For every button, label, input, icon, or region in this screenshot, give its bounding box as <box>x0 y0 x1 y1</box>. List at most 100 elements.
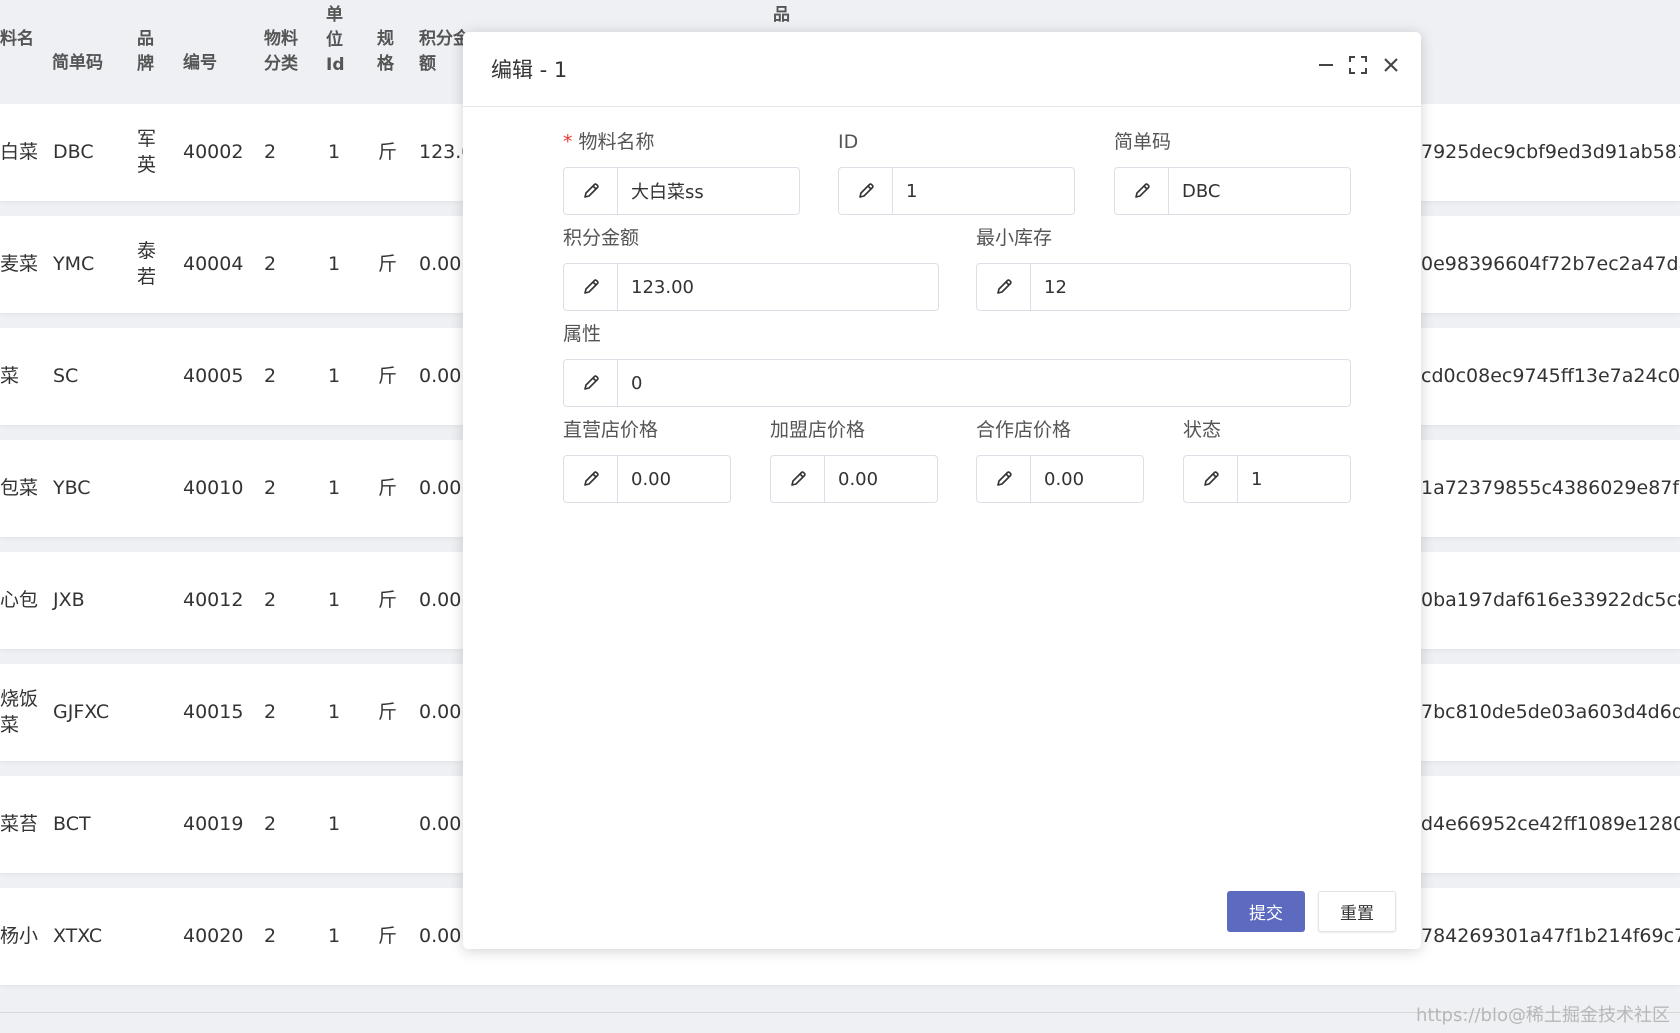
table-cell-number: 40005 <box>183 365 244 387</box>
min-stock-input[interactable] <box>1031 264 1350 310</box>
table-cell-category: 2 <box>264 253 277 275</box>
partner-price-input[interactable] <box>1031 456 1143 502</box>
table-cell-spec: 斤 <box>378 141 398 163</box>
table-cell-spec: 斤 <box>378 925 398 947</box>
table-cell-code: DBC <box>53 141 94 163</box>
edit-dialog: 编辑 - 1 *物料名称 ID 简单码 积分金额 最小库存 <box>463 32 1421 949</box>
material-name-input[interactable] <box>618 168 799 214</box>
table-cell-number: 40010 <box>183 477 244 499</box>
fullscreen-icon[interactable] <box>1345 52 1371 78</box>
pencil-icon <box>564 264 618 310</box>
column-header-number[interactable]: 编号 <box>183 51 217 76</box>
column-header-partial: 品 <box>773 5 790 25</box>
id-input[interactable] <box>893 168 1074 214</box>
simple-code-input[interactable] <box>1169 168 1350 214</box>
status-field <box>1183 455 1351 503</box>
table-cell-code: SC <box>53 365 79 387</box>
attribute-field <box>563 359 1351 407</box>
table-cell-name: 包菜 <box>0 477 39 499</box>
table-cell-category: 2 <box>264 141 277 163</box>
simple-code-label: 简单码 <box>1114 131 1172 153</box>
direct-price-field <box>563 455 731 503</box>
table-cell-unit: 1 <box>328 365 341 387</box>
pencil-icon <box>564 456 618 502</box>
table-cell-name: 菜苔 <box>0 813 39 835</box>
table-cell-image: 0e98396604f72b7ec2a47da <box>1421 253 1680 275</box>
material-name-field <box>563 167 800 215</box>
points-amount-field <box>563 263 939 311</box>
column-header-name[interactable]: 料名 <box>0 27 34 52</box>
table-cell-spec: 斤 <box>378 253 398 275</box>
table-cell-points: 0.00 <box>419 589 462 611</box>
table-cell-name: 菜 <box>0 365 20 387</box>
direct-price-label: 直营店价格 <box>563 419 659 441</box>
table-cell-name: 杨小 <box>0 925 39 947</box>
id-label: ID <box>838 131 859 153</box>
min-stock-field <box>976 263 1351 311</box>
table-cell-unit: 1 <box>328 701 341 723</box>
franchise-price-field <box>770 455 938 503</box>
table-cell-number: 40004 <box>183 253 244 275</box>
table-cell-image: 7bc810de5de03a603d4d6dc <box>1421 701 1680 723</box>
material-name-label: * 物料名称 <box>563 129 655 155</box>
table-cell-number: 40012 <box>183 589 244 611</box>
pencil-icon <box>564 168 618 214</box>
table-cell-code: YMC <box>53 253 95 275</box>
table-cell-code: BCT <box>53 813 91 835</box>
table-cell-category: 2 <box>264 925 277 947</box>
table-cell-number: 40020 <box>183 925 244 947</box>
table-cell-image: cd0c08ec9745ff13e7a24c0.jp <box>1421 365 1680 387</box>
points-amount-label: 积分金额 <box>563 227 640 249</box>
table-cell-number: 40019 <box>183 813 244 835</box>
franchise-price-label: 加盟店价格 <box>770 419 866 441</box>
table-cell-number: 40002 <box>183 141 244 163</box>
table-cell-name: 烧饭 菜 <box>0 688 39 736</box>
column-header-unit-id[interactable]: 单 位 Id <box>326 3 345 78</box>
submit-button[interactable]: 提交 <box>1227 891 1305 932</box>
table-cell-points: 0.00 <box>419 477 462 499</box>
pencil-icon <box>564 360 618 406</box>
pencil-icon <box>839 168 893 214</box>
table-cell-spec: 斤 <box>378 701 398 723</box>
table-cell-unit: 1 <box>328 813 341 835</box>
status-input[interactable] <box>1238 456 1350 502</box>
table-cell-name: 心包 <box>0 589 39 611</box>
table-cell-image: 0ba197daf616e33922dc5c8. <box>1421 589 1680 611</box>
table-cell-points: 0.00 <box>419 701 462 723</box>
id-field <box>838 167 1075 215</box>
table-cell-category: 2 <box>264 589 277 611</box>
pencil-icon <box>977 264 1031 310</box>
reset-button[interactable]: 重置 <box>1318 891 1396 932</box>
table-cell-category: 2 <box>264 813 277 835</box>
table-cell-image: 784269301a47f1b214f69c7. <box>1421 925 1680 947</box>
close-icon[interactable] <box>1378 52 1404 78</box>
pencil-icon <box>1115 168 1169 214</box>
table-cell-spec: 斤 <box>378 589 398 611</box>
column-header-spec[interactable]: 规 格 <box>377 27 394 77</box>
partner-price-label: 合作店价格 <box>976 419 1072 441</box>
attribute-input[interactable] <box>618 360 1350 406</box>
column-header-simple-code[interactable]: 简单码 <box>52 51 103 76</box>
table-cell-unit: 1 <box>328 141 341 163</box>
table-cell-unit: 1 <box>328 925 341 947</box>
points-amount-input[interactable] <box>618 264 938 310</box>
dialog-header: 编辑 - 1 <box>463 32 1421 107</box>
minimize-icon[interactable] <box>1313 52 1339 78</box>
min-stock-label: 最小库存 <box>976 227 1053 249</box>
direct-price-input[interactable] <box>618 456 730 502</box>
table-cell-category: 2 <box>264 365 277 387</box>
table-cell-image: 1a72379855c4386029e87fb <box>1421 477 1680 499</box>
table-cell-points: 0.00 <box>419 253 462 275</box>
table-cell-code: XTXC <box>53 925 103 947</box>
franchise-price-input[interactable] <box>825 456 937 502</box>
pencil-icon <box>1184 456 1238 502</box>
table-cell-code: JXB <box>53 589 85 611</box>
table-cell-code: YBC <box>53 477 91 499</box>
table-cell-points: 0.00 <box>419 813 462 835</box>
table-cell-category: 2 <box>264 701 277 723</box>
table-cell-name: 白菜 <box>0 141 39 163</box>
table-cell-image: 7925dec9cbf9ed3d91ab581. <box>1421 141 1680 163</box>
table-cell-spec: 斤 <box>378 477 398 499</box>
column-header-category[interactable]: 物料 分类 <box>264 27 298 77</box>
column-header-brand[interactable]: 品 牌 <box>137 27 154 77</box>
